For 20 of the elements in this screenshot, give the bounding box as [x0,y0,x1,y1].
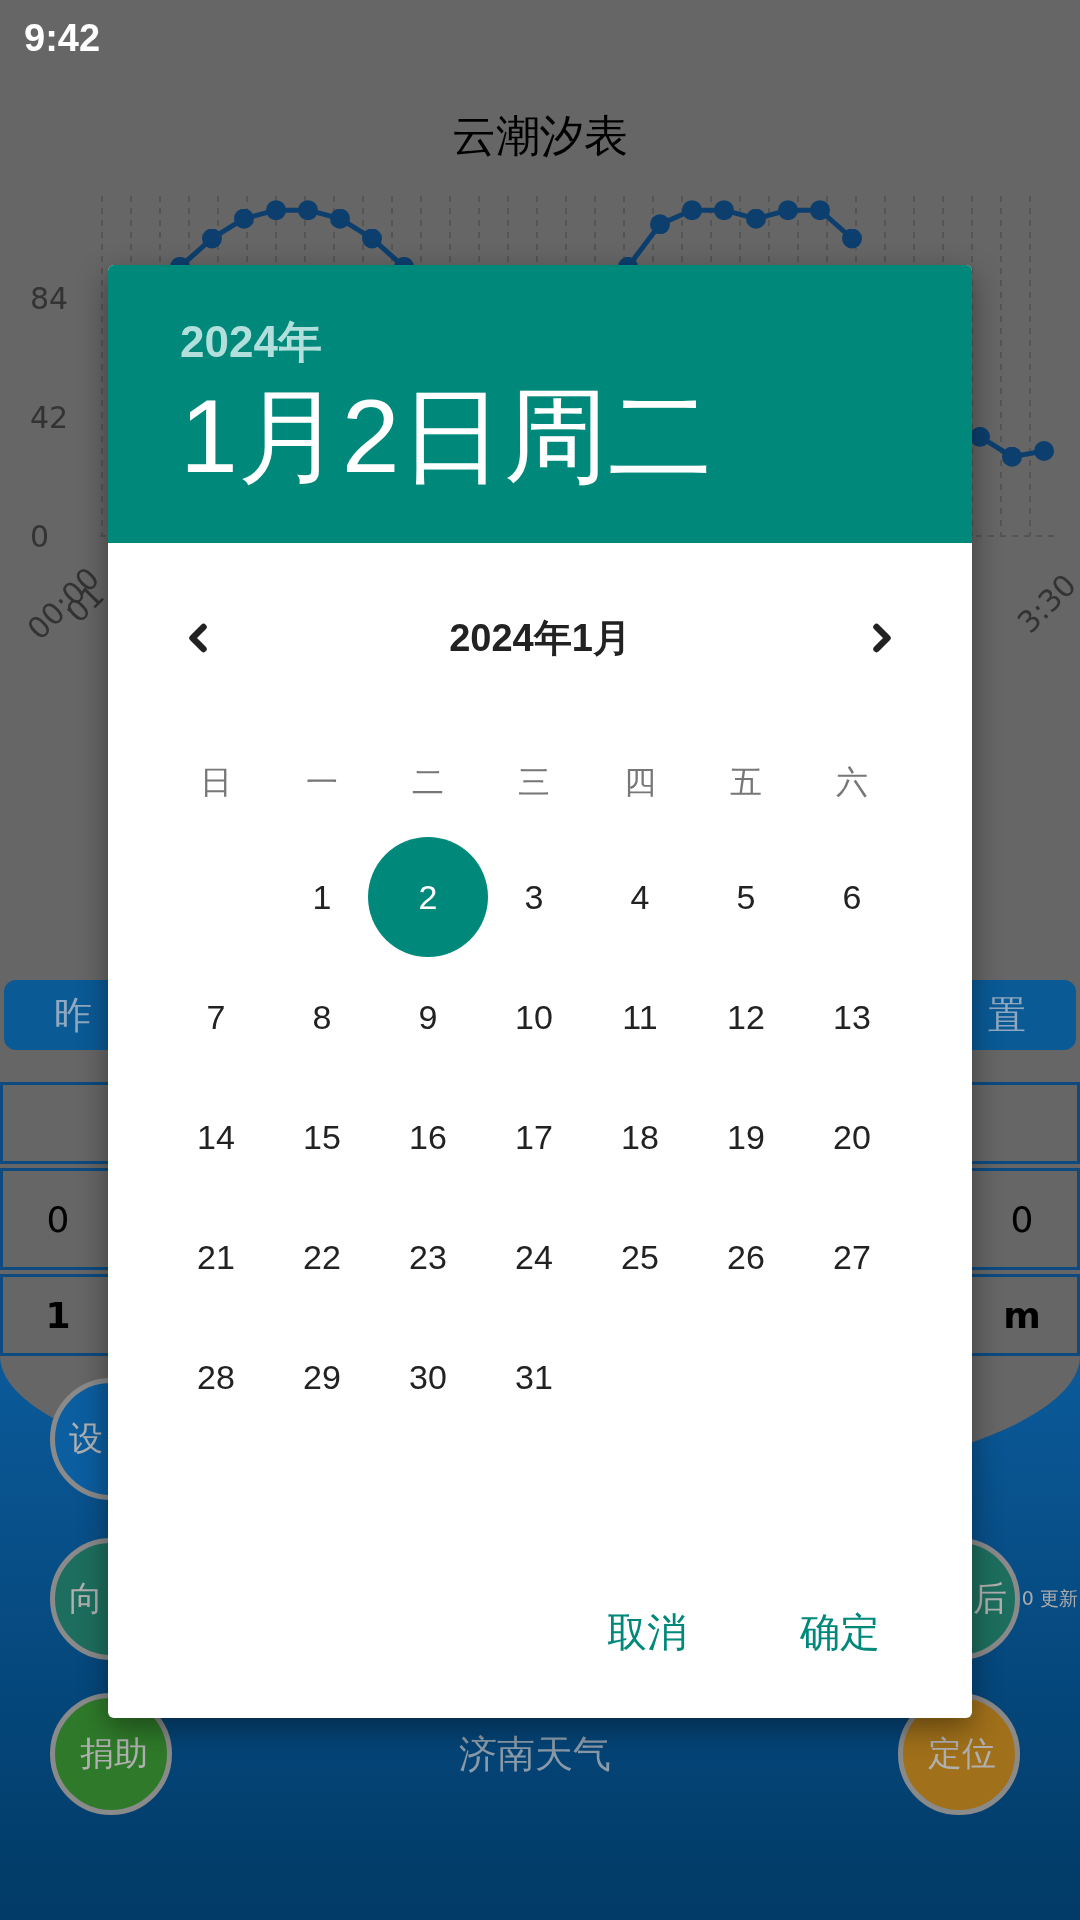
table-cell-text: 0 [45,1197,71,1242]
table-cell-text: 0 [1009,1197,1035,1242]
table-cell-text: m [1002,1293,1042,1338]
month-label: 2024年1月 [449,615,631,661]
weekday-label: 四 [623,762,657,803]
city-weather-label: 济南天气 [459,1730,611,1778]
dialog-action-button[interactable]: 确定 [780,1595,900,1670]
status-time: 9:42 [24,16,101,60]
weekday-label: 五 [729,762,763,803]
weekday-label: 日 [199,762,233,803]
selected-date: 1月2日周二 [180,377,713,496]
dialog-action-button[interactable]: 取消 [587,1595,707,1670]
table-cell-text: 1 [44,1293,72,1338]
weekday-label: 三 [517,762,551,803]
day-button[interactable]: 2 [368,837,488,957]
weekday-label: 六 [835,762,869,803]
app-title: 云潮汐表 [452,108,628,163]
weekday-label: 二 [411,762,445,803]
weekday-label: 一 [305,762,339,803]
update-note: 0 更新 [1021,1586,1078,1611]
